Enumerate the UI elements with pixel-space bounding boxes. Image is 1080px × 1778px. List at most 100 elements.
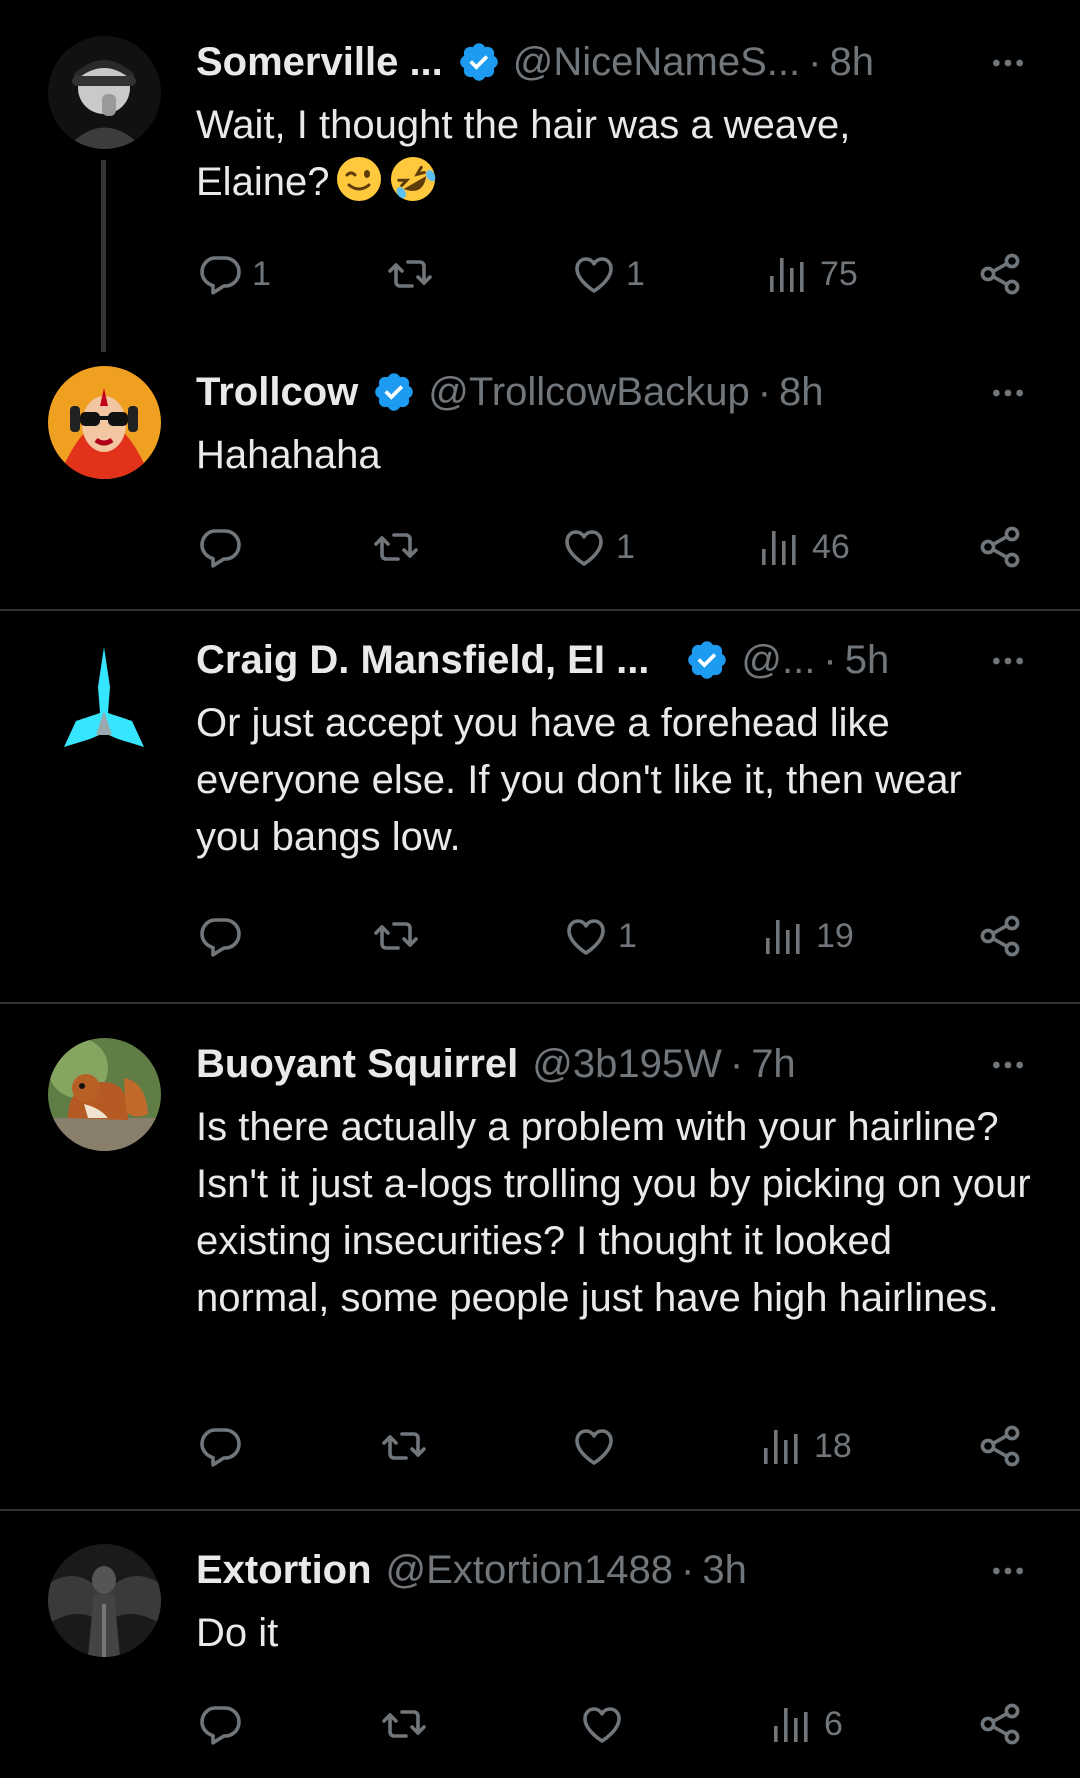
- tweet-text: Or just accept you have a forehead like …: [196, 701, 962, 859]
- views-button[interactable]: 6: [768, 1696, 843, 1752]
- tweet-header: Somerville ... @NiceNameS... · 8h: [196, 32, 1080, 92]
- tweet-text: Hahahaha: [196, 433, 381, 477]
- heart-icon: [562, 912, 610, 960]
- timestamp[interactable]: 8h: [779, 370, 824, 415]
- view-count: 18: [814, 1426, 852, 1465]
- reply-icon: [196, 1422, 244, 1470]
- avatar[interactable]: [48, 647, 161, 760]
- separator-dot: ·: [729, 1041, 744, 1086]
- timestamp[interactable]: 7h: [751, 1042, 796, 1087]
- retweet-button[interactable]: [372, 519, 428, 575]
- views-icon: [768, 1700, 816, 1748]
- retweet-icon: [372, 912, 420, 960]
- tweet-item[interactable]: Somerville ... @NiceNameS... · 8h Wait, …: [0, 0, 1080, 352]
- retweet-button[interactable]: [386, 246, 442, 302]
- verified-badge-icon: [457, 40, 501, 84]
- view-count: 75: [820, 254, 858, 293]
- tweet-item[interactable]: Trollcow @TrollcowBackup · 8h Hahahaha 1: [0, 340, 1080, 610]
- user-handle[interactable]: @TrollcowBackup: [428, 370, 749, 415]
- user-handle[interactable]: @3b195W: [532, 1042, 722, 1087]
- share-icon: [976, 250, 1024, 298]
- reply-button[interactable]: [196, 519, 252, 575]
- retweet-icon: [372, 523, 420, 571]
- tweet-actions: 1 1 75: [196, 246, 1036, 302]
- avatar[interactable]: [48, 36, 161, 149]
- user-handle[interactable]: @...: [741, 638, 815, 683]
- tweet-text: Is there actually a problem with your ha…: [196, 1105, 1031, 1320]
- reply-button[interactable]: [196, 1696, 252, 1752]
- more-options-icon[interactable]: [988, 1551, 1028, 1591]
- like-count: 1: [626, 254, 645, 293]
- tweet-item[interactable]: Extortion @Extortion1488 · 3h Do it 6: [0, 1511, 1080, 1778]
- reply-button[interactable]: [196, 1418, 252, 1474]
- tweet-item[interactable]: Craig D. Mansfield, EI ... @... · 5h Or …: [0, 611, 1080, 1003]
- timestamp[interactable]: 3h: [702, 1548, 747, 1593]
- tweet-actions: 1 19: [196, 908, 1036, 964]
- avatar[interactable]: [48, 1544, 161, 1657]
- tweet-actions: 18: [196, 1418, 1036, 1474]
- rolling-on-floor-laughing-icon: [391, 157, 436, 201]
- share-button[interactable]: [976, 1696, 1024, 1752]
- more-options-icon[interactable]: [988, 373, 1028, 413]
- like-button[interactable]: 1: [562, 908, 637, 964]
- retweet-icon: [386, 250, 434, 298]
- share-icon: [976, 912, 1024, 960]
- more-options-icon[interactable]: [988, 1045, 1028, 1085]
- tweet-header: Craig D. Mansfield, EI ... @... · 5h: [196, 630, 1080, 690]
- retweet-icon: [380, 1700, 428, 1748]
- timestamp[interactable]: 5h: [845, 638, 890, 683]
- like-button[interactable]: 1: [570, 246, 645, 302]
- avatar[interactable]: [48, 1038, 161, 1151]
- heart-icon: [570, 250, 618, 298]
- display-name[interactable]: Extortion: [196, 1548, 372, 1593]
- verified-badge-icon: [372, 370, 416, 414]
- share-icon: [976, 523, 1024, 571]
- retweet-button[interactable]: [372, 908, 428, 964]
- separator-dot: ·: [808, 39, 822, 84]
- share-button[interactable]: [976, 908, 1024, 964]
- heart-icon: [570, 1422, 618, 1470]
- display-name[interactable]: Somerville ...: [196, 40, 443, 85]
- tweet-text-line: Wait, I thought the hair was a weave,: [196, 103, 851, 147]
- reply-icon: [196, 912, 244, 960]
- retweet-button[interactable]: [380, 1696, 436, 1752]
- views-button[interactable]: 46: [756, 519, 850, 575]
- share-button[interactable]: [976, 246, 1024, 302]
- tweet-text: Do it: [196, 1611, 279, 1655]
- tweet-item[interactable]: Buoyant Squirrel @3b195W · 7h Is there a…: [0, 1004, 1080, 1508]
- more-options-icon[interactable]: [988, 43, 1028, 83]
- share-button[interactable]: [976, 519, 1024, 575]
- tweet-actions: 6: [196, 1696, 1036, 1752]
- tweet-text-line-2: Elaine?: [196, 154, 1036, 211]
- more-options-icon[interactable]: [988, 641, 1028, 681]
- like-button[interactable]: [578, 1696, 634, 1752]
- reply-icon: [196, 523, 244, 571]
- separator-dot: ·: [823, 637, 837, 682]
- view-count: 46: [812, 527, 850, 566]
- display-name[interactable]: Craig D. Mansfield, EI ...: [196, 638, 649, 683]
- like-button[interactable]: 1: [560, 519, 635, 575]
- retweet-button[interactable]: [380, 1418, 436, 1474]
- heart-icon: [560, 523, 608, 571]
- tweet-header: Extortion @Extortion1488 · 3h: [196, 1540, 1080, 1600]
- views-icon: [760, 912, 808, 960]
- avatar[interactable]: [48, 366, 161, 479]
- user-handle[interactable]: @NiceNameS...: [513, 40, 800, 85]
- share-button[interactable]: [976, 1418, 1024, 1474]
- reply-button[interactable]: 1: [196, 246, 271, 302]
- user-handle[interactable]: @Extortion1488: [386, 1548, 673, 1593]
- display-name[interactable]: Trollcow: [196, 370, 358, 415]
- heart-icon: [578, 1700, 626, 1748]
- views-button[interactable]: 19: [760, 908, 854, 964]
- retweet-icon: [380, 1422, 428, 1470]
- views-button[interactable]: 75: [764, 246, 858, 302]
- display-name[interactable]: Buoyant Squirrel: [196, 1042, 518, 1087]
- reply-button[interactable]: [196, 908, 252, 964]
- verified-badge-icon: [685, 638, 729, 682]
- like-button[interactable]: [570, 1418, 626, 1474]
- views-button[interactable]: 18: [758, 1418, 852, 1474]
- like-count: 1: [618, 916, 637, 955]
- views-icon: [756, 523, 804, 571]
- reply-icon: [196, 1700, 244, 1748]
- timestamp[interactable]: 8h: [829, 40, 874, 85]
